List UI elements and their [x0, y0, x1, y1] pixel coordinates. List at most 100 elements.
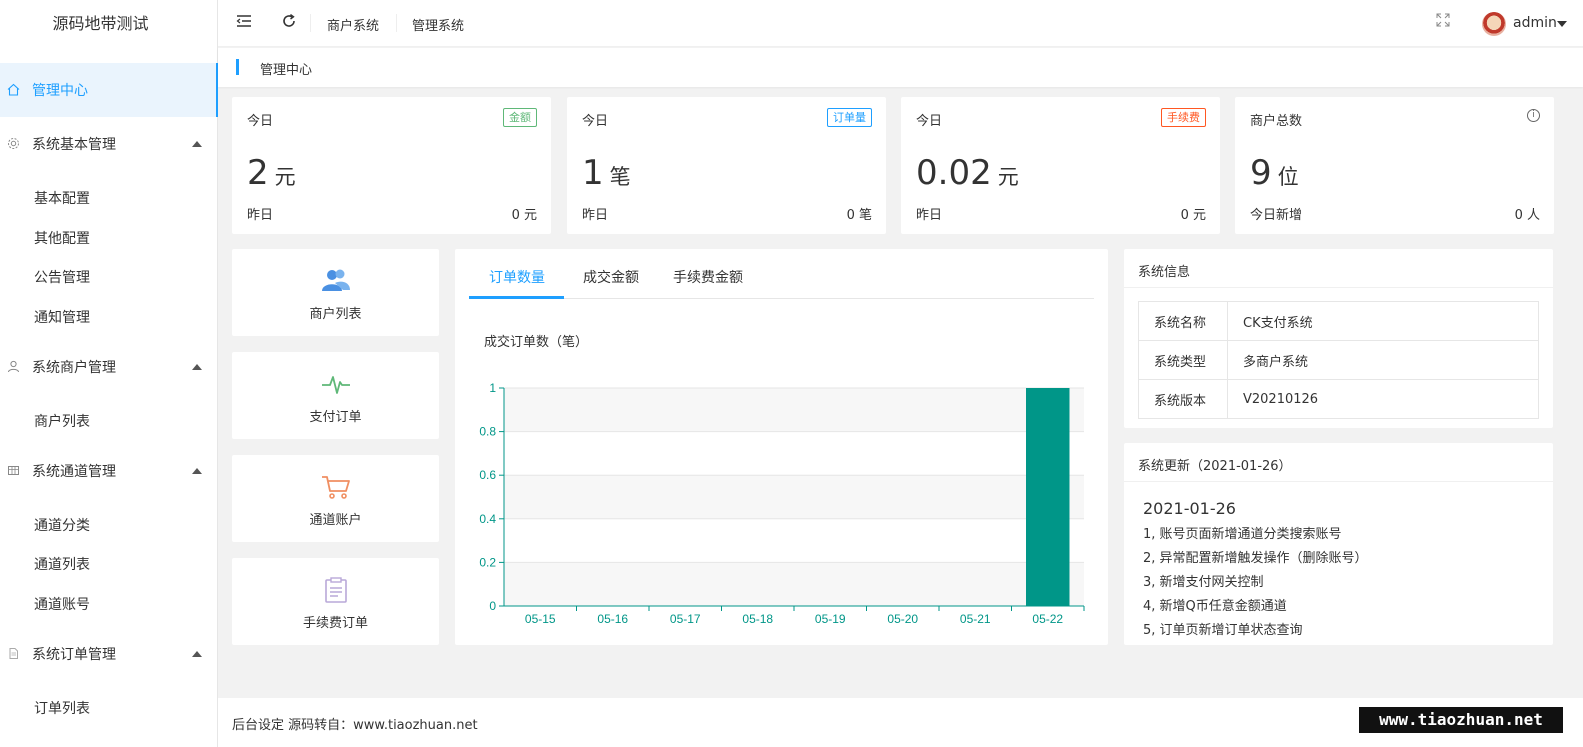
pulse-icon [322, 376, 350, 394]
stat-unit: 元 [274, 165, 296, 189]
info-value: V20210126 [1227, 379, 1539, 419]
y-tick-label: 0.8 [479, 425, 496, 439]
stat-sub-value: 0 笔 [846, 208, 872, 223]
sidebar-item-notice[interactable]: 公告管理 [34, 267, 90, 287]
sidebar-group-label: 系统订单管理 [32, 647, 116, 663]
stat-sub-label: 今日新增 [1250, 208, 1303, 223]
logo: 源码地带测试 [52, 14, 149, 33]
y-tick-label: 0.2 [479, 555, 496, 569]
caret-down-icon[interactable] [1557, 21, 1567, 27]
stat-unit: 元 [997, 165, 1019, 189]
chart-bar [1026, 388, 1070, 606]
sidebar-item-channel-account[interactable]: 通道账号 [34, 594, 90, 614]
stat-card-orders: 今日 订单量 1笔 昨日 0 笔 [567, 97, 886, 234]
stat-label: 商户总数 [1250, 114, 1303, 129]
system-info-table: 系统名称 CK支付系统 系统类型 多商户系统 系统版本 V20210126 [1138, 301, 1539, 419]
sidebar-group-label: 系统基本管理 [32, 137, 116, 153]
sidebar-item-order-list[interactable]: 订单列表 [34, 698, 90, 718]
stat-label: 今日 [582, 114, 609, 129]
gear-icon [6, 137, 20, 151]
x-tick-label: 05-15 [525, 612, 556, 626]
quick-link-label: 商户列表 [309, 307, 362, 322]
chart-band [504, 475, 1084, 519]
sidebar-item-merchant-list[interactable]: 商户列表 [34, 411, 90, 431]
stat-label: 今日 [916, 114, 943, 129]
x-tick-label: 05-18 [742, 612, 773, 626]
stat-card-merchants: 商户总数 i 9位 今日新增 0 人 [1235, 97, 1554, 234]
stat-sub-value: 0 元 [511, 208, 537, 223]
breadcrumb: 管理中心 [218, 48, 1583, 87]
info-key: 系统类型 [1138, 340, 1228, 380]
stat-unit: 位 [1277, 165, 1299, 189]
quick-link-label: 手续费订单 [302, 616, 368, 631]
stat-value: 9位 [1250, 153, 1299, 193]
panel-title: 系统信息 [1138, 265, 1191, 280]
admin-system-link[interactable]: 管理系统 [412, 15, 464, 34]
y-tick-label: 1 [489, 381, 496, 395]
stat-value: 2元 [247, 153, 296, 193]
stat-sub-label: 昨日 [247, 208, 274, 223]
chevron-up-icon [192, 141, 202, 147]
sidebar-group-merchant[interactable]: 系统商户管理 [0, 347, 218, 387]
avatar[interactable] [1482, 12, 1506, 36]
chart-band [504, 388, 1084, 432]
sidebar-group-order[interactable]: 系统订单管理 [0, 634, 218, 674]
home-icon [6, 83, 20, 97]
user-icon [6, 360, 20, 374]
stat-number: 2 [247, 153, 269, 193]
list-item: 2, 异常配置新增触发操作（删除账号） [1143, 551, 1368, 566]
panel-title: 系统更新（2021-01-26） [1138, 459, 1292, 474]
sidebar-item-channel-category[interactable]: 通道分类 [34, 515, 90, 535]
clipboard-icon [325, 577, 347, 603]
x-tick-label: 05-19 [815, 612, 846, 626]
stat-card-amount: 今日 金额 2元 昨日 0 元 [232, 97, 551, 234]
sidebar-item-basic-config[interactable]: 基本配置 [34, 188, 90, 208]
sidebar-item-channel-list[interactable]: 通道列表 [34, 554, 90, 574]
menu-fold-icon[interactable] [235, 13, 253, 31]
divider [1124, 481, 1553, 482]
user-name[interactable]: admin [1513, 15, 1557, 31]
stat-sub-value: 0 人 [1514, 208, 1540, 223]
sidebar-group-label: 系统商户管理 [32, 360, 116, 376]
sidebar: 源码地带测试 管理中心 系统基本管理 基本配置 其他配置 公告管理 通知管理 系… [0, 0, 218, 747]
divider [310, 14, 311, 32]
sidebar-item-other-config[interactable]: 其他配置 [34, 228, 90, 248]
info-icon[interactable]: i [1527, 109, 1540, 122]
sidebar-item-notify[interactable]: 通知管理 [34, 307, 90, 327]
quick-link-merchants[interactable]: 商户列表 [232, 249, 439, 336]
x-tick-label: 05-20 [887, 612, 918, 626]
x-tick-label: 05-16 [597, 612, 628, 626]
system-info-panel: 系统信息 系统名称 CK支付系统 系统类型 多商户系统 系统版本 V20210126 [1124, 249, 1553, 428]
quick-link-label: 支付订单 [309, 410, 362, 425]
sidebar-group-basic[interactable]: 系统基本管理 [0, 124, 218, 164]
sidebar-item-dashboard[interactable]: 管理中心 [0, 63, 218, 117]
refresh-icon[interactable] [280, 13, 298, 31]
merchant-system-link[interactable]: 商户系统 [327, 15, 379, 34]
bar-chart: 0 0.2 0.4 0.6 0.8 1 05-15 05-16 05-17 05-18 05-19 0… [479, 381, 1085, 626]
list-item: 5, 订单页新增订单状态查询 [1143, 623, 1303, 638]
quick-link-channel-account[interactable]: 通道账户 [232, 455, 439, 542]
sidebar-group-channel[interactable]: 系统通道管理 [0, 451, 218, 491]
system-update-panel: 系统更新（2021-01-26） 2021-01-26 1, 账号页面新增通道分… [1124, 443, 1553, 645]
quick-link-orders[interactable]: 支付订单 [232, 352, 439, 439]
chevron-up-icon [192, 651, 202, 657]
y-tick-label: 0 [489, 599, 496, 613]
info-key: 系统名称 [1138, 301, 1228, 341]
footer-text: 后台设定 源码转自：www.tiaozhuan.net [232, 718, 478, 733]
stat-number: 9 [1250, 153, 1272, 193]
table-icon [6, 464, 20, 478]
list-item: 4, 新增Q币任意金额通道 [1143, 599, 1287, 614]
quick-link-fee-orders[interactable]: 手续费订单 [232, 558, 439, 645]
fullscreen-icon[interactable] [1434, 13, 1452, 31]
stat-badge: 手续费 [1161, 108, 1206, 127]
chevron-up-icon [192, 468, 202, 474]
users-icon [322, 269, 350, 291]
sidebar-item-label: 管理中心 [32, 83, 88, 99]
stat-number: 1 [582, 153, 604, 193]
x-tick-label: 05-17 [670, 612, 701, 626]
stat-value: 1笔 [582, 153, 631, 193]
y-tick-label: 0.4 [479, 512, 496, 526]
table-row: 系统版本 V20210126 [1138, 379, 1539, 419]
chart-band [504, 562, 1084, 606]
divider [1124, 287, 1553, 288]
